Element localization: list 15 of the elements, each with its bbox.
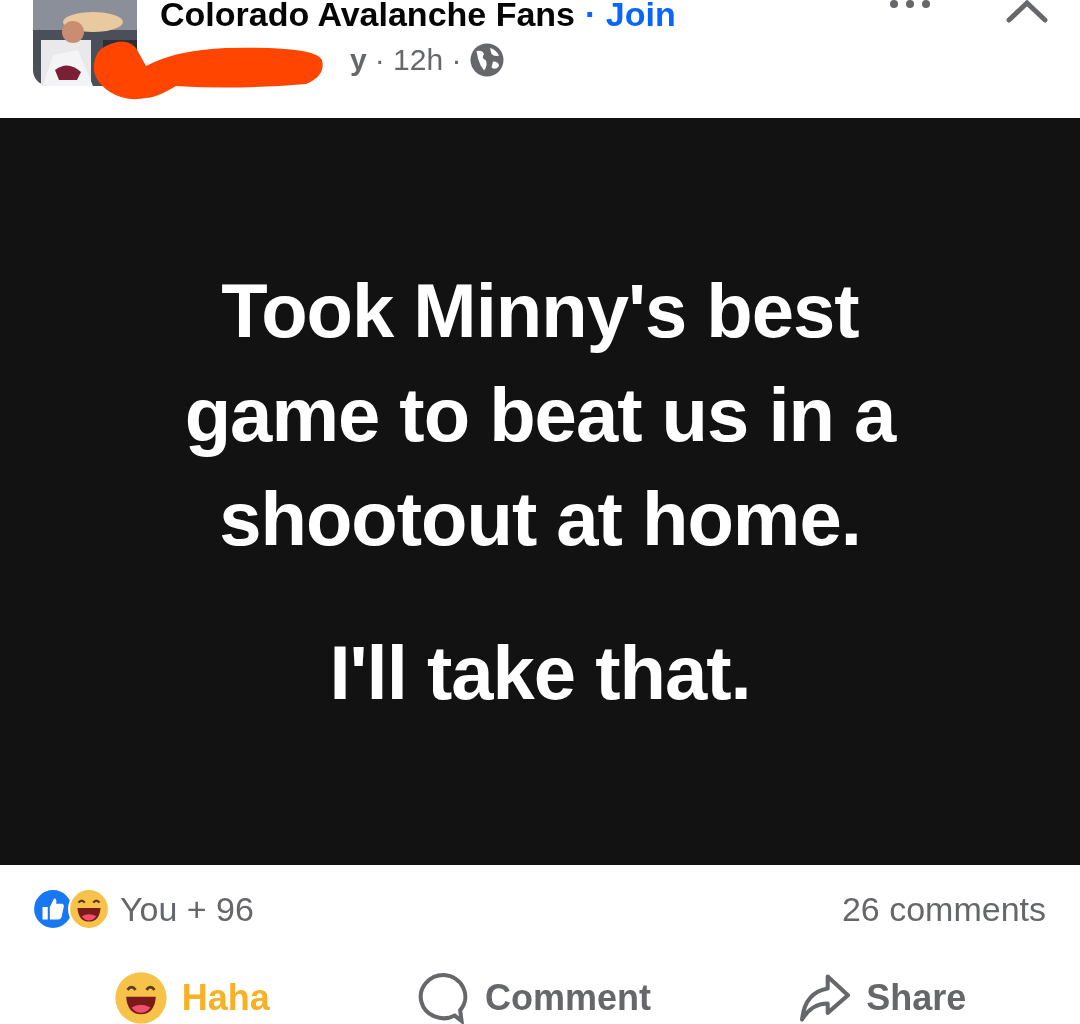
reaction-count[interactable]: You + 96 <box>120 889 254 929</box>
group-name[interactable]: Colorado Avalanche Fans <box>160 0 576 33</box>
laughing-face-icon <box>68 888 110 930</box>
comment-count[interactable]: 26 comments <box>841 889 1046 929</box>
post-text: Took Minny's best game to beat us in a shootout at home. <box>183 266 898 563</box>
close-icon[interactable] <box>1003 0 1051 24</box>
laughing-face-icon <box>113 971 168 1024</box>
globe-icon <box>469 42 506 78</box>
post-text: I'll take that. <box>328 628 752 717</box>
author-name[interactable]: y <box>350 43 367 77</box>
post-time: · 12h · <box>374 43 462 77</box>
comment-button[interactable]: Comment <box>406 967 661 1024</box>
share-button[interactable]: Share <box>788 967 977 1024</box>
join-link[interactable]: · Join <box>585 0 676 33</box>
share-arrow-icon <box>798 971 853 1024</box>
